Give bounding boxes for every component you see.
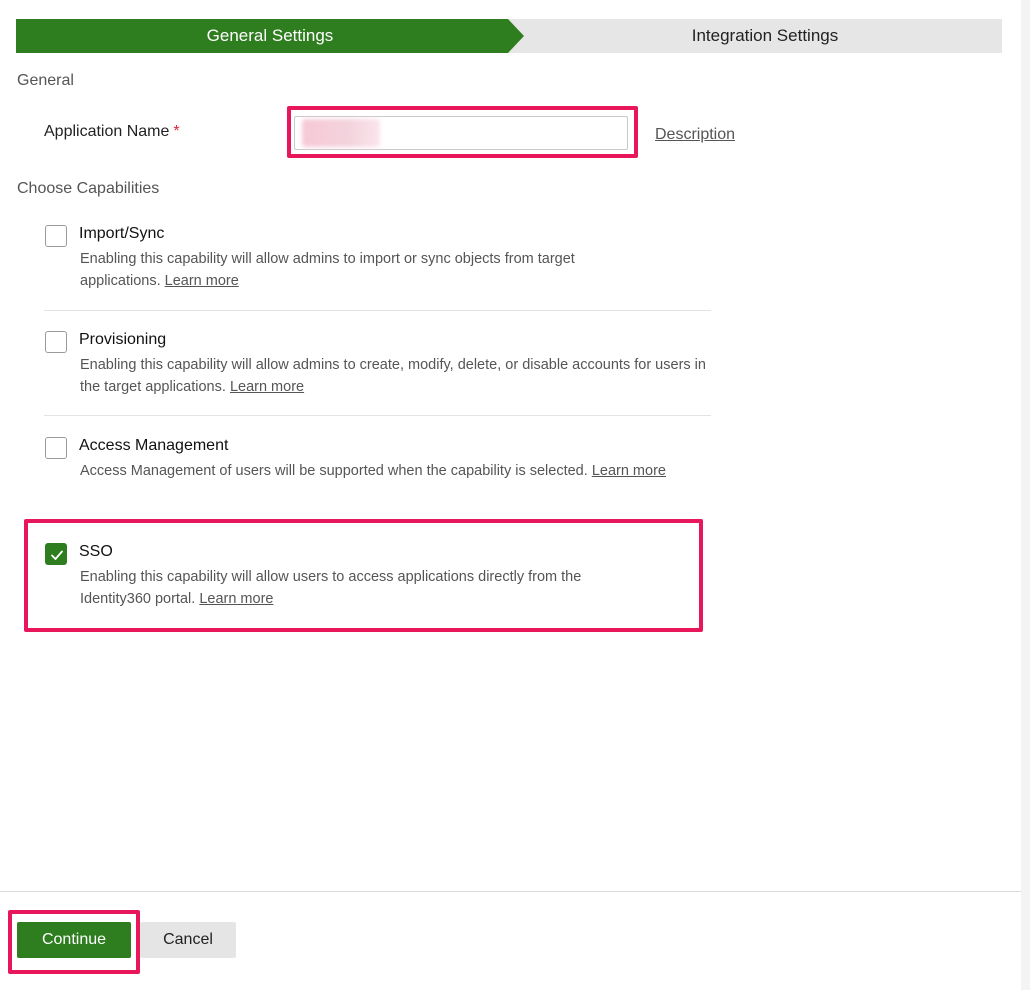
import-sync-checkbox[interactable] — [45, 225, 67, 247]
wizard-stepper: General Settings Integration Settings — [16, 19, 1002, 53]
page: General Settings Integration Settings Ge… — [0, 0, 1030, 990]
capability-sso: SSO Enabling this capability will allow … — [44, 543, 711, 613]
provisioning-description-text: Enabling this capability will allow admi… — [80, 357, 706, 395]
sso-title: SSO — [79, 543, 113, 560]
sso-checkbox[interactable] — [45, 543, 67, 565]
access-management-checkbox[interactable] — [45, 437, 67, 459]
provisioning-description: Enabling this capability will allow admi… — [80, 354, 720, 398]
import-sync-learn-more-link[interactable]: Learn more — [165, 273, 239, 289]
checkmark-icon — [51, 550, 63, 560]
import-sync-title: Import/Sync — [79, 225, 165, 242]
access-management-description-text: Access Management of users will be suppo… — [80, 463, 588, 479]
capability-divider — [44, 310, 711, 311]
sso-description: Enabling this capability will allow user… — [80, 566, 650, 610]
access-management-description: Access Management of users will be suppo… — [80, 460, 695, 482]
access-management-learn-more-link[interactable]: Learn more — [592, 463, 666, 479]
access-management-title: Access Management — [79, 437, 229, 454]
step-general-settings[interactable]: General Settings — [16, 19, 524, 53]
provisioning-checkbox[interactable] — [45, 331, 67, 353]
provisioning-title: Provisioning — [79, 331, 167, 348]
application-name-label: Application Name * — [44, 123, 180, 141]
continue-button[interactable]: Continue — [17, 922, 131, 958]
redacted-name-blur — [302, 119, 380, 147]
application-name-label-text: Application Name — [44, 123, 170, 140]
sso-learn-more-link[interactable]: Learn more — [199, 591, 273, 607]
capability-divider — [44, 415, 711, 416]
capability-provisioning: Provisioning Enabling this capability wi… — [44, 331, 711, 401]
sso-description-text: Enabling this capability will allow user… — [80, 569, 582, 607]
cancel-button[interactable]: Cancel — [140, 922, 236, 958]
capability-import-sync: Import/Sync Enabling this capability wil… — [44, 225, 711, 295]
description-link[interactable]: Description — [655, 126, 735, 144]
scroll-gutter — [1021, 0, 1030, 990]
required-marker: * — [173, 123, 180, 140]
step-integration-settings[interactable]: Integration Settings — [508, 19, 1002, 53]
provisioning-learn-more-link[interactable]: Learn more — [230, 379, 304, 395]
footer-divider — [0, 891, 1022, 892]
import-sync-description-text: Enabling this capability will allow admi… — [80, 251, 575, 289]
capability-access-management: Access Management Access Management of u… — [44, 437, 711, 507]
capabilities-section-title: Choose Capabilities — [17, 180, 160, 197]
general-section-title: General — [17, 72, 74, 89]
import-sync-description: Enabling this capability will allow admi… — [80, 248, 640, 292]
